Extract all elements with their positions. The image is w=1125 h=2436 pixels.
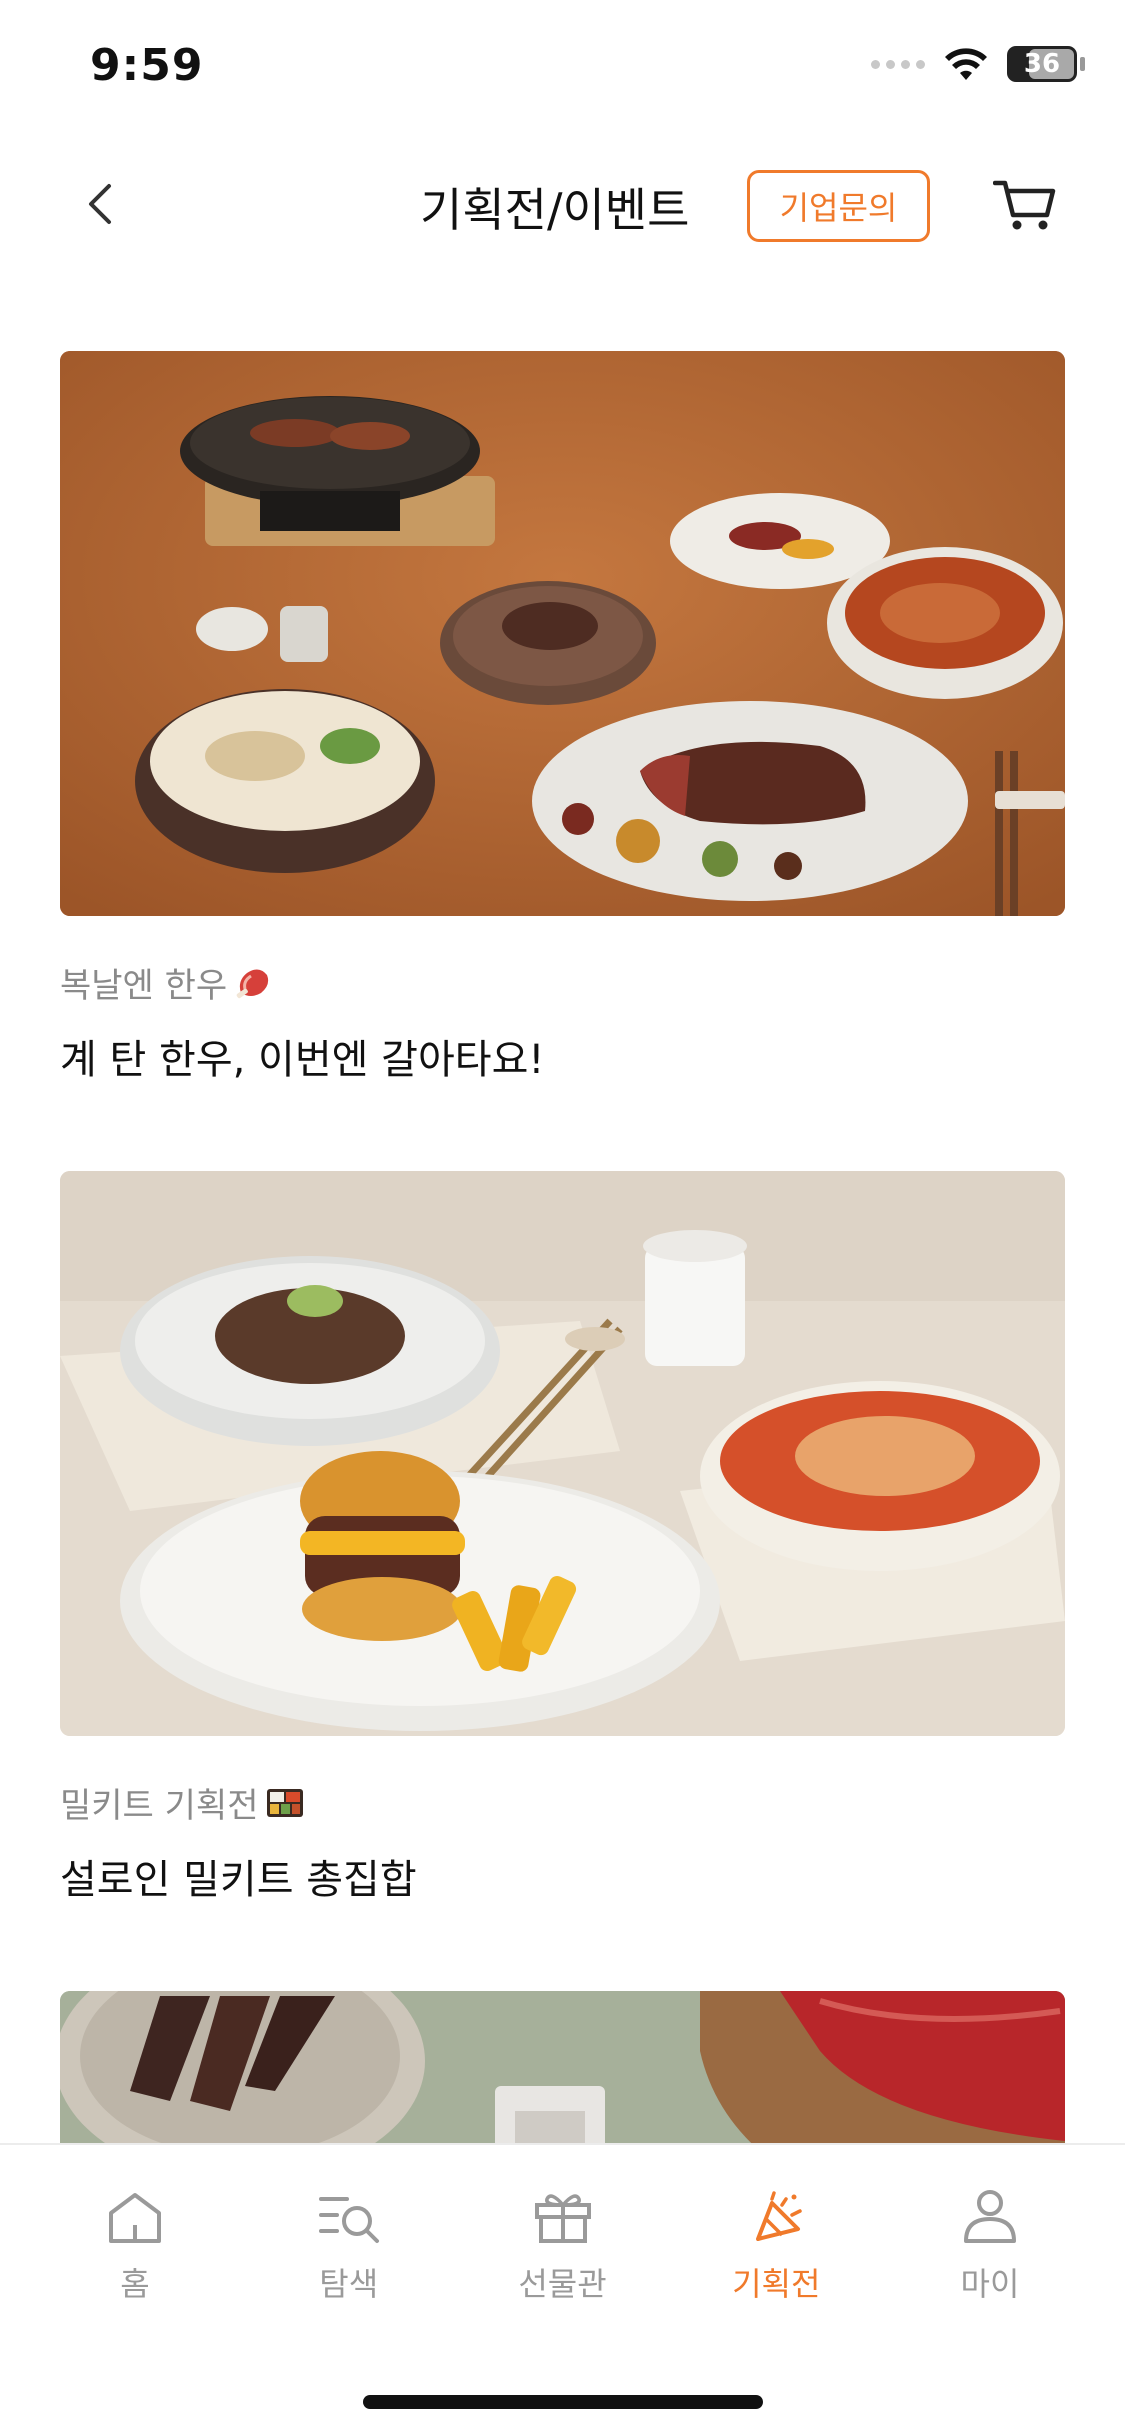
search-list-icon: [317, 2185, 381, 2249]
home-indicator: [363, 2395, 763, 2409]
event-banner-image[interactable]: [60, 351, 1065, 916]
tab-my[interactable]: 마이: [915, 2185, 1065, 2305]
status-time: 9:59: [90, 40, 204, 91]
header: 기획전/이벤트 기업문의: [0, 150, 1125, 260]
bento-box-icon: [266, 1788, 303, 1817]
tab-gift[interactable]: 선물관: [488, 2185, 638, 2305]
tab-home-label: 홈: [120, 2265, 150, 2303]
gift-icon: [531, 2185, 595, 2249]
tab-explore-label: 탐색: [319, 2265, 379, 2303]
chevron-left-icon: [89, 184, 111, 224]
event-card[interactable]: 밀키트 기획전 설로인 밀키트 총집합: [60, 1171, 1065, 1905]
status-indicators: 36: [871, 46, 1085, 82]
mealkit-dishes-photo: [60, 1171, 1065, 1736]
event-card[interactable]: 복날엔 한우 계 탄 한우, 이번엔 갈아타요!: [60, 351, 1065, 1085]
status-bar: 9:59 36: [0, 0, 1125, 140]
event-subtitle: 복날엔 한우: [60, 958, 1065, 1007]
tab-my-label: 마이: [960, 2265, 1020, 2303]
event-subtitle: 밀키트 기획전: [60, 1778, 1065, 1827]
tab-explore[interactable]: 탐색: [274, 2185, 424, 2305]
tab-exhibition[interactable]: 기획전: [701, 2185, 851, 2305]
event-title: 계 탄 한우, 이번엔 갈아타요!: [60, 1037, 545, 1083]
cart-icon: [993, 180, 1056, 230]
event-banner-image[interactable]: [60, 1171, 1065, 1736]
business-inquiry-button[interactable]: 기업문의: [747, 170, 930, 242]
back-button[interactable]: [70, 174, 130, 234]
home-icon: [103, 2185, 167, 2249]
cellular-signal-icon: [871, 59, 925, 69]
tab-exhibition-label: 기획전: [732, 2265, 821, 2303]
event-title: 설로인 밀키트 총집합: [60, 1857, 417, 1903]
page-title: 기획전/이벤트: [420, 183, 690, 237]
cart-button[interactable]: [990, 170, 1060, 240]
tab-home[interactable]: 홈: [60, 2185, 210, 2305]
battery-level: 36: [1023, 49, 1061, 79]
bottom-tab-bar: 홈 탐색 선물관 기획전 마이: [0, 2143, 1125, 2436]
party-popper-icon: [744, 2185, 808, 2249]
person-icon: [958, 2185, 1022, 2249]
battery-icon: 36: [1007, 46, 1085, 82]
hanwoo-dishes-photo: [60, 351, 1065, 916]
wifi-icon: [945, 48, 987, 80]
meat-on-bone-icon: [236, 968, 269, 998]
tab-gift-label: 선물관: [518, 2265, 607, 2303]
